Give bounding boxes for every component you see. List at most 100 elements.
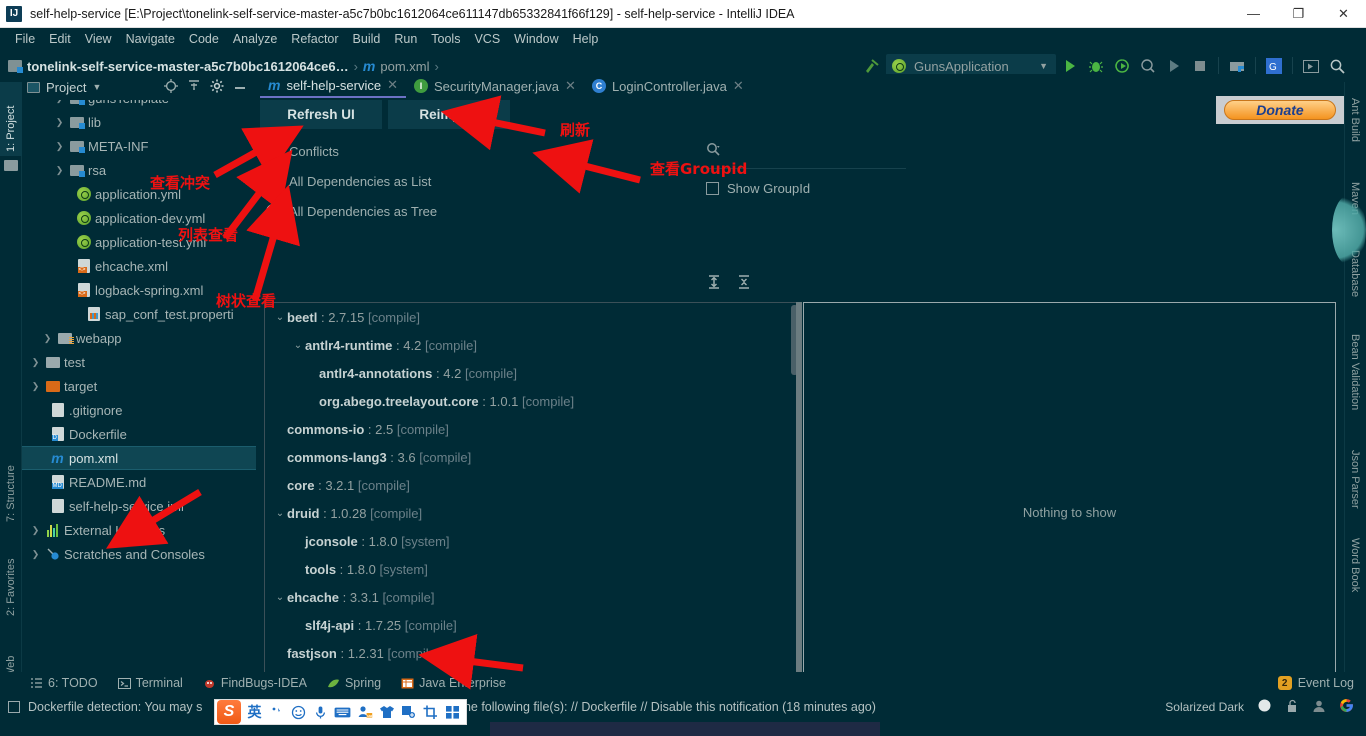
- dependency-row[interactable]: tools : 1.8.0 [system]: [265, 555, 800, 583]
- toolbox-icon[interactable]: [444, 704, 461, 721]
- tree-row[interactable]: ❯ gunsTemplate: [22, 100, 256, 110]
- tab-self-help-service[interactable]: m self-help-service ✕: [260, 74, 407, 98]
- dependency-row[interactable]: commons-lang3 : 3.6 [compile]: [265, 443, 800, 471]
- refresh-ui-button[interactable]: Refresh UI: [260, 100, 382, 129]
- menu-item-vcs[interactable]: VCS: [467, 30, 507, 48]
- reimport-button[interactable]: Reimport: [388, 100, 510, 129]
- dependency-row[interactable]: org.abego.treelayout.core : 1.0.1 [compi…: [265, 387, 800, 415]
- tree-row[interactable]: ❯ lib: [22, 110, 256, 134]
- chevron-down-icon[interactable]: ⌄: [273, 592, 287, 603]
- menu-item-view[interactable]: View: [78, 30, 119, 48]
- crop-icon[interactable]: [422, 704, 439, 721]
- chevron-down-icon[interactable]: ⌄: [291, 340, 305, 351]
- dependency-row[interactable]: ⌄ druid : 1.0.28 [compile]: [265, 499, 800, 527]
- sidebar-item-project[interactable]: 1: Project: [0, 82, 22, 156]
- notification-icon[interactable]: [8, 701, 20, 713]
- tree-row[interactable]: .gitignore: [22, 398, 256, 422]
- tree-row[interactable]: self-help-service.iml: [22, 494, 256, 518]
- punctuation-icon[interactable]: [268, 704, 285, 721]
- dependency-row[interactable]: ⌄ antlr4-runtime : 4.2 [compile]: [265, 331, 800, 359]
- dependency-row[interactable]: core : 3.2.1 [compile]: [265, 471, 800, 499]
- collapse-all-icon[interactable]: [187, 79, 201, 96]
- tool-window-findbugs[interactable]: FindBugs-IDEA: [203, 676, 307, 690]
- chevron-down-icon[interactable]: ⌄: [273, 508, 287, 519]
- chevron-right-icon[interactable]: ❯: [54, 100, 65, 104]
- tool-window-spring[interactable]: Spring: [327, 676, 381, 690]
- dependency-search-row[interactable]: [706, 136, 1036, 166]
- dependency-row[interactable]: ⌄ ehcache : 3.3.1 [compile]: [265, 583, 800, 611]
- sidebar-item-favorites[interactable]: 2: Favorites: [0, 530, 22, 620]
- tree-row[interactable]: ❯ target: [22, 374, 256, 398]
- tool-window-todo[interactable]: 6: TODO: [30, 676, 98, 690]
- screenshot-icon[interactable]: [400, 704, 417, 721]
- minimize-button[interactable]: —: [1231, 0, 1276, 28]
- theme-label[interactable]: Solarized Dark: [1165, 700, 1244, 714]
- tree-row[interactable]: ❯ webapp: [22, 326, 256, 350]
- chevron-right-icon[interactable]: ❯: [30, 381, 41, 392]
- tree-row[interactable]: MD README.md: [22, 470, 256, 494]
- collapse-all-icon[interactable]: [736, 274, 752, 293]
- tree-row[interactable]: ❯ test: [22, 350, 256, 374]
- chevron-right-icon[interactable]: ❯: [54, 117, 65, 128]
- chevron-right-icon[interactable]: ❯: [54, 165, 65, 176]
- menu-item-tools[interactable]: Tools: [424, 30, 467, 48]
- tree-row[interactable]: application.yml: [22, 182, 256, 206]
- expand-all-icon[interactable]: [706, 274, 722, 293]
- close-icon[interactable]: ✕: [565, 78, 576, 94]
- tree-row[interactable]: D Dockerfile: [22, 422, 256, 446]
- menu-item-run[interactable]: Run: [387, 30, 424, 48]
- chevron-right-icon[interactable]: ❯: [30, 549, 41, 560]
- hide-icon[interactable]: [233, 79, 247, 96]
- menu-item-file[interactable]: File: [8, 30, 42, 48]
- tree-row[interactable]: ❯ rsa: [22, 158, 256, 182]
- soft-keyboard-icon[interactable]: [334, 704, 351, 721]
- menu-item-help[interactable]: Help: [566, 30, 606, 48]
- sidebar-item-json-parser[interactable]: Json Parser: [1344, 446, 1366, 524]
- panel-splitter[interactable]: [796, 302, 802, 722]
- radio-tree-indicator[interactable]: [266, 203, 281, 219]
- dependency-row[interactable]: slf4j-api : 1.7.25 [compile]: [265, 611, 800, 639]
- dependency-tree[interactable]: ⌄ beetl : 2.7.15 [compile] ⌄ antlr4-runt…: [264, 302, 801, 722]
- person-icon[interactable]: [1312, 699, 1326, 716]
- menu-item-edit[interactable]: Edit: [42, 30, 78, 48]
- google-icon[interactable]: [1339, 698, 1354, 716]
- target-icon[interactable]: [164, 78, 178, 96]
- voice-input-icon[interactable]: [312, 704, 329, 721]
- skin-icon[interactable]: [378, 704, 395, 721]
- menu-item-build[interactable]: Build: [346, 30, 388, 48]
- sidebar-item-structure[interactable]: 7: Structure: [0, 442, 22, 526]
- chevron-right-icon[interactable]: ❯: [42, 333, 53, 344]
- close-icon[interactable]: ✕: [733, 78, 744, 94]
- tool-window-terminal[interactable]: Terminal: [117, 676, 183, 690]
- user-dict-icon[interactable]: uu: [356, 704, 373, 721]
- chinese-english-toggle-icon[interactable]: 英: [246, 704, 263, 721]
- radio-conflicts-indicator[interactable]: [266, 143, 281, 159]
- dependency-row[interactable]: ⌄ beetl : 2.7.15 [compile]: [265, 303, 800, 331]
- tool-window-java-enterprise[interactable]: Java Enterprise: [401, 676, 506, 690]
- breadcrumb-file[interactable]: pom.xml: [380, 59, 429, 74]
- close-button[interactable]: ✕: [1321, 0, 1366, 28]
- dependency-row[interactable]: commons-io : 2.5 [compile]: [265, 415, 800, 443]
- search-input[interactable]: [725, 143, 855, 159]
- chevron-right-icon[interactable]: ❯: [54, 141, 65, 152]
- event-log-label[interactable]: Event Log: [1298, 676, 1354, 690]
- tab-login-controller[interactable]: C LoginController.java ✕: [584, 74, 752, 98]
- event-log-area[interactable]: 2 Event Log: [1277, 676, 1366, 690]
- tree-row[interactable]: ❯ External Libraries: [22, 518, 256, 542]
- dependency-row[interactable]: fastjson : 1.2.31 [compile]: [265, 639, 800, 667]
- breadcrumb-module[interactable]: tonelink-self-service-master-a5c7b0bc161…: [27, 59, 349, 74]
- checkbox-show-groupid[interactable]: Show GroupId: [706, 175, 1036, 201]
- donate-button[interactable]: Donate: [1224, 100, 1336, 120]
- sidebar-item-bean-validation[interactable]: Bean Validation: [1344, 330, 1366, 438]
- sidebar-item-ant-build[interactable]: Ant Build: [1344, 94, 1366, 170]
- sidebar-item-word-book[interactable]: Word Book: [1344, 534, 1366, 612]
- tree-row[interactable]: ❯ META-INF: [22, 134, 256, 158]
- chevron-right-icon[interactable]: ❯: [30, 357, 41, 368]
- close-icon[interactable]: ✕: [387, 77, 398, 93]
- maximize-button[interactable]: ❐: [1276, 0, 1321, 28]
- menu-item-refactor[interactable]: Refactor: [284, 30, 345, 48]
- project-tree[interactable]: ❯ gunsTemplate ❯ lib ❯ META-INF ❯ rsa ap…: [22, 100, 256, 664]
- theme-toggle-icon[interactable]: [1257, 698, 1272, 716]
- chevron-right-icon[interactable]: ❯: [30, 525, 41, 536]
- sogou-logo-icon[interactable]: S: [217, 700, 241, 724]
